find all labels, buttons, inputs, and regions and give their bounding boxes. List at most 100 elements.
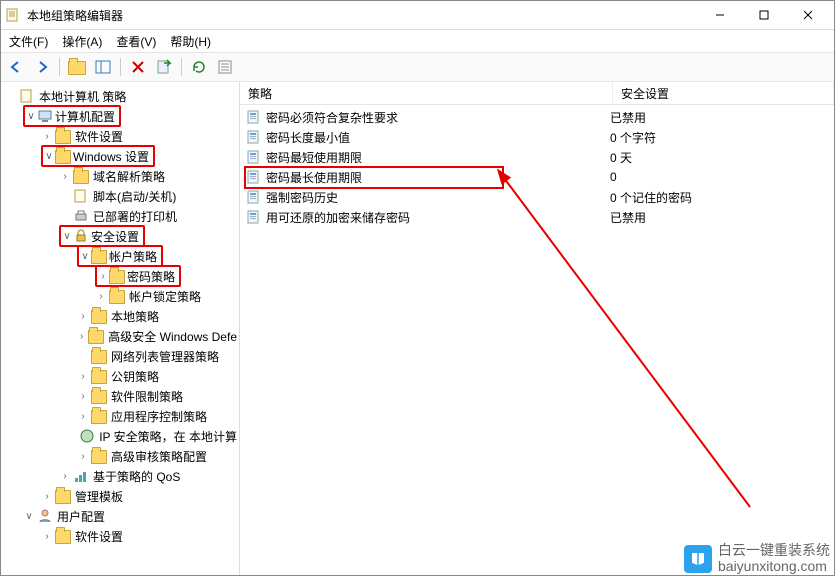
policy-name: 用可还原的加密来储存密码 (266, 209, 410, 226)
tree-scripts[interactable]: 脚本(启动/关机) (59, 186, 239, 206)
policy-row[interactable]: 用可还原的加密来储存密码已禁用 (240, 207, 834, 227)
folder-lock-icon (91, 248, 107, 264)
folder-icon (91, 368, 107, 384)
policy-icon (246, 129, 262, 145)
col-policy[interactable]: 策略 (240, 82, 613, 104)
tree-security-settings[interactable]: ∨ 安全设置 (59, 226, 239, 246)
menu-view[interactable]: 查看(V) (116, 33, 156, 50)
tree-qos[interactable]: ›基于策略的 QoS (59, 466, 239, 486)
policy-row[interactable]: 密码必须符合复杂性要求 已禁用 (240, 107, 834, 127)
collapse-icon[interactable]: ∨ (43, 151, 55, 162)
expand-icon[interactable]: › (59, 471, 71, 482)
export-button[interactable] (153, 56, 175, 78)
menu-help[interactable]: 帮助(H) (170, 33, 211, 50)
toolbar-separator (59, 58, 60, 76)
app-icon (5, 7, 21, 23)
refresh-button[interactable] (188, 56, 210, 78)
folder-lock-icon (109, 268, 125, 284)
expand-icon[interactable]: › (77, 451, 89, 462)
folder-lock-icon (88, 328, 104, 344)
tree-printers[interactable]: 已部署的打印机 (59, 206, 239, 226)
tree-windows-settings[interactable]: ∨ Windows 设置 (41, 146, 239, 166)
menu-bar: 文件(F) 操作(A) 查看(V) 帮助(H) (1, 30, 834, 53)
properties-button[interactable] (214, 56, 236, 78)
expand-icon[interactable]: › (41, 531, 53, 542)
show-hide-tree-button[interactable] (92, 56, 114, 78)
tree-defender[interactable]: ›高级安全 Windows Defe (77, 326, 239, 346)
folder-icon (55, 128, 71, 144)
title-bar: 本地组策略编辑器 (1, 1, 834, 30)
minimize-button[interactable] (698, 1, 742, 29)
tree-dns-policy[interactable]: ›域名解析策略 (59, 166, 239, 186)
computer-icon (37, 108, 53, 124)
tree-password-policy[interactable]: › 密码策略 (95, 266, 239, 286)
expand-icon[interactable]: › (77, 331, 86, 342)
app-window: 本地组策略编辑器 文件(F) 操作(A) 查看(V) 帮助(H) (0, 0, 835, 576)
highlight-box: ∨ 帐户策略 (77, 245, 163, 267)
window-title: 本地组策略编辑器 (27, 7, 698, 24)
back-button[interactable] (5, 56, 27, 78)
expand-icon[interactable]: › (41, 491, 53, 502)
tree-audit[interactable]: ›高级审核策略配置 (77, 446, 239, 466)
tree-lockout-policy[interactable]: ›帐户锁定策略 (95, 286, 239, 306)
folder-icon (91, 348, 107, 364)
expand-icon[interactable]: › (59, 171, 71, 182)
policy-row[interactable]: 密码最长使用期限 0 (240, 167, 834, 187)
menu-file[interactable]: 文件(F) (9, 33, 48, 50)
forward-button[interactable] (31, 56, 53, 78)
policy-icon (246, 189, 262, 205)
collapse-icon[interactable]: ∨ (25, 111, 37, 122)
maximize-button[interactable] (742, 1, 786, 29)
policy-row[interactable]: 密码最短使用期限0 天 (240, 147, 834, 167)
expand-icon[interactable]: › (97, 271, 109, 282)
tree-netlist[interactable]: 网络列表管理器策略 (77, 346, 239, 366)
policy-value: 0 个字符 (602, 129, 834, 146)
highlight-box: ∨ Windows 设置 (41, 145, 155, 167)
tree-account-policy[interactable]: ∨ 帐户策略 (77, 246, 239, 266)
policy-name: 密码必须符合复杂性要求 (266, 109, 398, 126)
policy-row[interactable]: 密码长度最小值0 个字符 (240, 127, 834, 147)
policy-name: 密码最短使用期限 (266, 149, 362, 166)
close-button[interactable] (786, 1, 830, 29)
watermark-text: 白云一键重装系统 baiyunxitong.com (718, 543, 830, 574)
script-icon (73, 188, 89, 204)
tree-softrestrict[interactable]: ›软件限制策略 (77, 386, 239, 406)
tree-software-settings[interactable]: ›软件设置 (41, 126, 239, 146)
qos-icon (73, 468, 89, 484)
tree-pubkey[interactable]: ›公钥策略 (77, 366, 239, 386)
collapse-icon[interactable]: ∨ (23, 511, 35, 522)
folder-lock-icon (91, 308, 107, 324)
highlight-box: ∨ 计算机配置 (23, 105, 121, 127)
tree-computer-config[interactable]: ∨ 计算机配置 (23, 106, 239, 126)
toolbar-separator (120, 58, 121, 76)
expand-icon[interactable]: › (77, 311, 89, 322)
tree-local-policy[interactable]: ›本地策略 (77, 306, 239, 326)
printer-icon (73, 208, 89, 224)
tree-ipsec[interactable]: IP 安全策略，在 本地计算 (77, 426, 239, 446)
collapse-icon[interactable]: ∨ (61, 231, 73, 242)
policy-name: 密码最长使用期限 (266, 169, 362, 186)
expand-icon[interactable]: › (41, 131, 53, 142)
policy-row[interactable]: 强制密码历史 0 个记住的密码 (240, 187, 834, 207)
collapse-icon[interactable]: ∨ (79, 251, 91, 262)
folder-icon (55, 528, 71, 544)
policy-value: 已禁用 (602, 109, 834, 126)
expand-icon[interactable]: › (77, 391, 89, 402)
tree-user-software[interactable]: ›软件设置 (41, 526, 239, 546)
tree-admin-templates[interactable]: ›管理模板 (41, 486, 239, 506)
delete-button[interactable] (127, 56, 149, 78)
nav-tree[interactable]: 本地计算机 策略 ∨ 计算机配置 (1, 82, 240, 576)
up-button[interactable] (66, 56, 88, 78)
tree-user-config[interactable]: ∨用户配置 (23, 506, 239, 526)
menu-action[interactable]: 操作(A) (62, 33, 102, 50)
policy-value: 0 (602, 170, 834, 184)
expand-icon[interactable]: › (95, 291, 107, 302)
expand-icon[interactable]: › (77, 411, 89, 422)
policy-name: 强制密码历史 (266, 189, 338, 206)
tree-root[interactable]: 本地计算机 策略 (5, 86, 239, 106)
watermark: 白云一键重装系统 baiyunxitong.com (684, 543, 830, 574)
tree-appctrl[interactable]: ›应用程序控制策略 (77, 406, 239, 426)
policy-value: 0 个记住的密码 (602, 189, 834, 206)
col-setting[interactable]: 安全设置 (613, 82, 834, 104)
expand-icon[interactable]: › (77, 371, 89, 382)
